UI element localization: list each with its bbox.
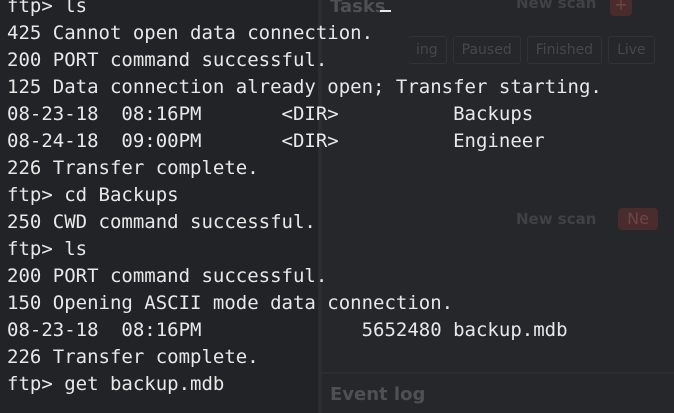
terminal-line: 226 Transfer complete. [7,346,259,368]
terminal-line: 08-23-18 08:16PM <DIR> Backups [7,103,534,125]
terminal-prompt-line: ftp> get backup.mdb [7,373,225,395]
terminal-line: 200 PORT command successful. [7,49,328,71]
terminal-line: 08-24-18 09:00PM <DIR> Engineer [7,130,545,152]
terminal-line: ftp> ls [7,238,88,260]
terminal-line: 226 Transfer complete. [7,157,259,179]
screen: Tasks New scan + ing Paused Finished Liv… [0,0,674,413]
terminal-line: 250 CWD command successful. [7,211,316,233]
terminal-line: 08-23-18 08:16PM 5652480 backup.mdb [7,319,568,341]
ftp-terminal[interactable]: ftp> ls 425 Cannot open data connection.… [0,0,674,413]
terminal-line: 425 Cannot open data connection. [7,22,374,44]
terminal-line: 150 Opening ASCII mode data connection. [7,292,454,314]
text-cursor-icon [380,10,391,12]
terminal-line: 200 PORT command successful. [7,265,328,287]
terminal-line: 125 Data connection already open; Transf… [7,76,602,98]
terminal-line: ftp> cd Backups [7,184,179,206]
terminal-line: ftp> ls [7,0,88,17]
